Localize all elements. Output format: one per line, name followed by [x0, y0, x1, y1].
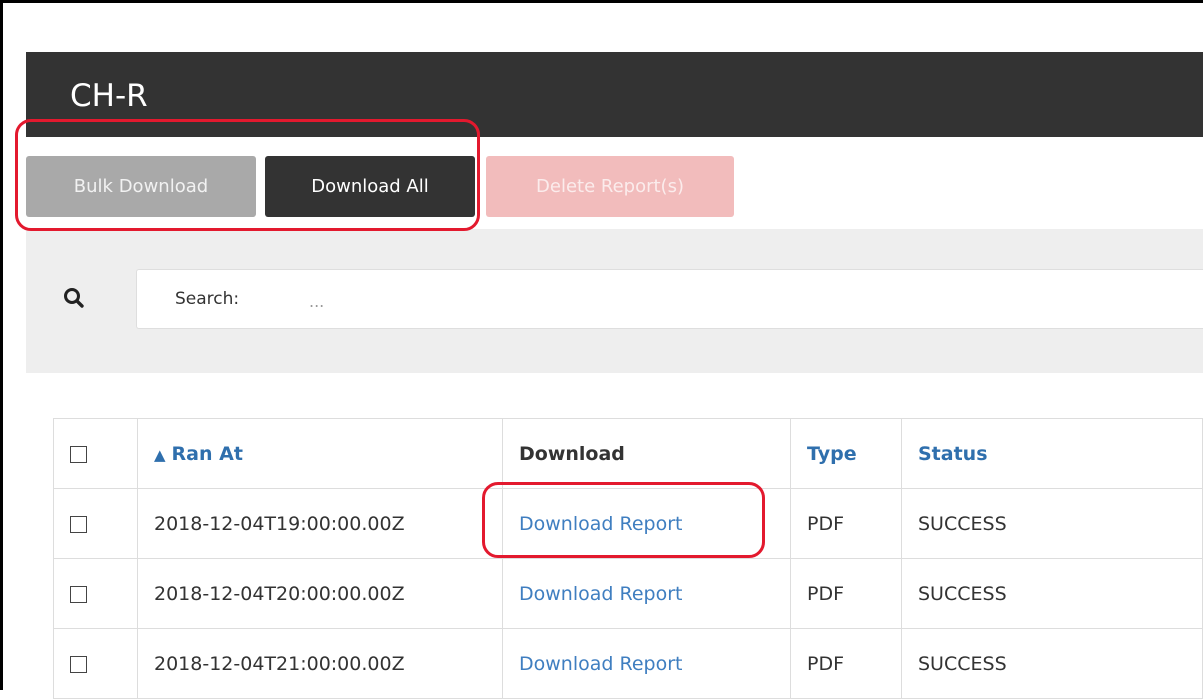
row-select-cell: [53, 488, 138, 559]
search-label: Search:: [175, 289, 240, 309]
row-select-cell: [53, 628, 138, 699]
column-header-ran-at[interactable]: ▲ Ran At: [137, 418, 503, 489]
page-title: CH-R: [70, 78, 148, 114]
table-row: 2018-12-04T19:00:00.00Z Download Report …: [53, 488, 1203, 559]
download-cell: Download Report: [502, 488, 791, 559]
download-report-link[interactable]: Download Report: [519, 583, 682, 605]
ran-at-cell: 2018-12-04T19:00:00.00Z: [137, 488, 503, 559]
type-cell: PDF: [790, 558, 902, 629]
page-header: CH-R: [26, 52, 1203, 137]
row-checkbox[interactable]: [70, 515, 87, 533]
search-panel: Search:: [26, 229, 1203, 373]
type-cell: PDF: [790, 488, 902, 559]
search-icon: [62, 286, 86, 310]
status-cell: SUCCESS: [901, 558, 1203, 629]
row-select-cell: [53, 558, 138, 629]
ran-at-cell: 2018-12-04T21:00:00.00Z: [137, 628, 503, 699]
table-row: 2018-12-04T20:00:00.00Z Download Report …: [53, 558, 1203, 629]
ran-at-cell: 2018-12-04T20:00:00.00Z: [137, 558, 503, 629]
table-header-row: ▲ Ran At Download Type Status: [53, 418, 1203, 489]
column-header-status[interactable]: Status: [901, 418, 1203, 489]
column-header-type[interactable]: Type: [790, 418, 902, 489]
reports-table: ▲ Ran At Download Type Status 2018-12-04T…: [53, 418, 1203, 699]
download-report-link[interactable]: Download Report: [519, 513, 682, 535]
download-all-button[interactable]: Download All: [265, 156, 475, 217]
type-cell: PDF: [790, 628, 902, 699]
download-cell: Download Report: [502, 558, 791, 629]
bulk-download-button[interactable]: Bulk Download: [26, 156, 256, 217]
status-cell: SUCCESS: [901, 488, 1203, 559]
row-checkbox[interactable]: [70, 655, 87, 673]
download-cell: Download Report: [502, 628, 791, 699]
download-report-link[interactable]: Download Report: [519, 653, 682, 675]
status-cell: SUCCESS: [901, 628, 1203, 699]
select-all-checkbox[interactable]: [70, 445, 87, 463]
delete-reports-button[interactable]: Delete Report(s): [486, 156, 734, 217]
table-row: 2018-12-04T21:00:00.00Z Download Report …: [53, 628, 1203, 699]
sort-ascending-icon: ▲: [154, 445, 166, 464]
row-checkbox[interactable]: [70, 585, 87, 603]
select-all-cell: [53, 418, 138, 489]
search-box: Search:: [136, 269, 1203, 329]
search-input[interactable]: [307, 284, 1171, 318]
column-header-download: Download: [502, 418, 791, 489]
column-header-ran-at-label: Ran At: [171, 442, 243, 465]
